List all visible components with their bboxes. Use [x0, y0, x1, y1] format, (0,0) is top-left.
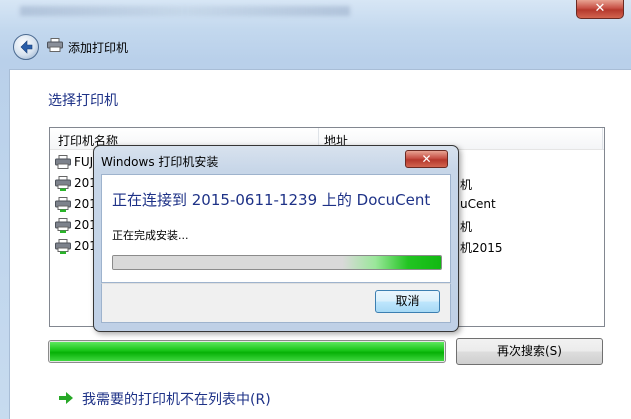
- dialog-main-instruction: 正在连接到 2015-0611-1239 上的 DocuCent: [112, 191, 431, 209]
- network-printer-icon: [55, 218, 71, 233]
- window-frame: ✕ 添加打印机 选择打印机 打印机名称 地址 FUJI 201 机 201 uC…: [0, 0, 631, 419]
- network-printer-icon: [55, 176, 71, 191]
- install-dialog: Windows 打印机安装 ✕ 正在连接到 2015-0611-1239 上的 …: [93, 145, 459, 332]
- page-heading: 选择打印机: [48, 93, 118, 109]
- window-close-button[interactable]: ✕: [576, 0, 624, 19]
- printer-address: 机2015: [460, 241, 503, 255]
- install-progress-fill: [113, 256, 441, 269]
- not-listed-link-text[interactable]: 我需要的打印机不在列表中(R): [82, 389, 271, 409]
- printer-address: uCent: [460, 197, 496, 211]
- dialog-footer: 取消: [101, 283, 451, 323]
- printer-icon: [55, 155, 71, 169]
- dialog-body: 正在连接到 2015-0611-1239 上的 DocuCent 正在完成安装.…: [101, 174, 451, 283]
- search-progress-bar: [48, 340, 446, 363]
- network-printer-icon: [55, 239, 71, 254]
- cancel-button[interactable]: 取消: [375, 290, 440, 313]
- install-progress-bar: [112, 255, 442, 270]
- dialog-close-button[interactable]: ✕: [405, 150, 448, 168]
- green-arrow-icon: [59, 392, 73, 404]
- dialog-status-text: 正在完成安装...: [112, 229, 189, 242]
- search-again-button[interactable]: 再次搜索(S): [456, 338, 603, 365]
- back-button[interactable]: [13, 34, 39, 60]
- back-arrow-icon: [20, 40, 33, 54]
- printer-address: 机: [460, 220, 473, 234]
- wizard-title: 添加打印机: [68, 41, 129, 55]
- window-title-blurred: [20, 6, 350, 16]
- printer-icon: [47, 38, 63, 52]
- network-printer-icon: [55, 197, 71, 212]
- dialog-title: Windows 打印机安装: [101, 155, 219, 169]
- search-progress-fill: [50, 342, 444, 361]
- column-separator: [602, 128, 603, 150]
- printer-address: 机: [460, 178, 473, 192]
